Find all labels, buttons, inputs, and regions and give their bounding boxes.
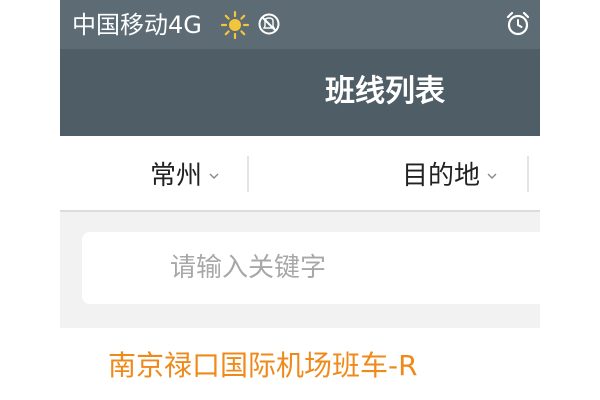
origin-city-label: 常州 bbox=[149, 161, 202, 191]
origin-city-dropdown[interactable]: 常州 bbox=[60, 136, 310, 211]
filter-divider bbox=[527, 156, 529, 192]
alarm-icon bbox=[506, 11, 530, 36]
route-list-item[interactable]: 南京禄口国际机场班车-R bbox=[60, 328, 540, 400]
screen: 中国移动4G 班线列表 常州 目的地 请输入关键字 南京禄口国际机场班车-R bbox=[0, 0, 600, 400]
chevron-down-icon bbox=[487, 173, 497, 179]
route-name: 南京禄口国际机场班车-R bbox=[108, 349, 418, 382]
sun-icon bbox=[220, 10, 250, 40]
search-area bbox=[60, 212, 540, 328]
destination-dropdown[interactable]: 目的地 bbox=[310, 136, 540, 211]
search-box[interactable] bbox=[82, 232, 540, 304]
page-title: 班线列表 bbox=[325, 74, 445, 109]
chevron-down-icon bbox=[209, 173, 219, 179]
phone-screen: 中国移动4G 班线列表 常州 目的地 请输入关键字 南京禄口国际机场班车-R bbox=[60, 0, 540, 400]
status-bar: 中国移动4G bbox=[60, 0, 540, 49]
filter-bar: 常州 目的地 bbox=[60, 136, 540, 211]
filter-divider bbox=[247, 156, 249, 192]
app-header: 班线列表 bbox=[60, 49, 540, 136]
destination-label: 目的地 bbox=[401, 161, 480, 191]
carrier-label: 中国移动4G bbox=[72, 11, 202, 39]
do-not-disturb-icon bbox=[258, 13, 280, 35]
search-input[interactable] bbox=[82, 232, 540, 304]
